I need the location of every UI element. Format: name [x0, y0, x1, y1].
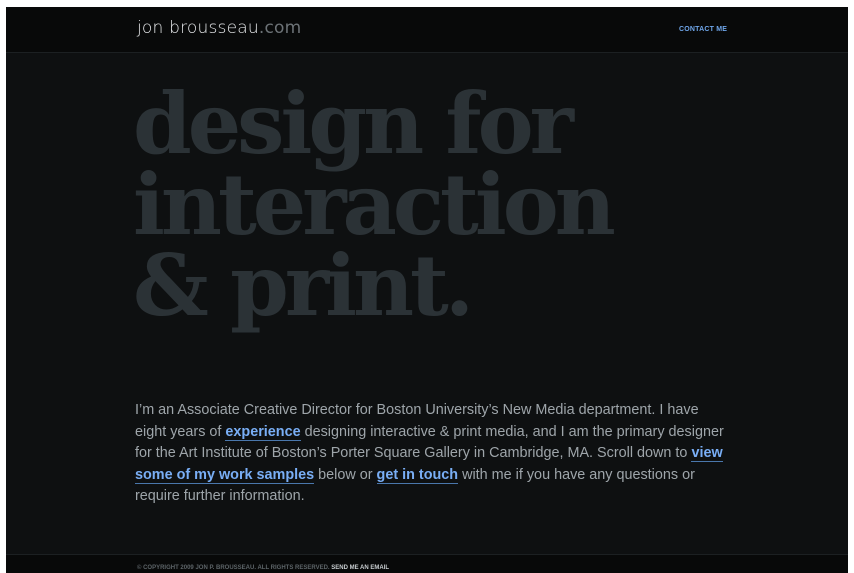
contact-me-link[interactable]: CONTACT ME: [679, 26, 727, 33]
page: jon brousseau.com CONTACT ME design for …: [6, 7, 848, 573]
copyright-line: © COPYRIGHT 2009 JON P. BROUSSEAU. ALL R…: [137, 565, 389, 571]
intro-paragraph: I’m an Associate Creative Director for B…: [135, 400, 725, 508]
headline-line-1: design for: [133, 74, 574, 173]
headline-line-3: & print.: [133, 236, 474, 335]
headline-line-2: interaction: [133, 155, 616, 254]
logo-tld: .com: [258, 18, 302, 38]
send-email-link[interactable]: SEND ME AN EMAIL: [331, 565, 389, 571]
hero-headline: design for interaction & print.: [133, 74, 616, 335]
site-footer: © COPYRIGHT 2009 JON P. BROUSSEAU. ALL R…: [6, 554, 848, 573]
intro-text-3: below or: [314, 466, 377, 483]
logo-name: jon brousseau: [137, 18, 259, 38]
get-in-touch-link[interactable]: get in touch: [376, 466, 459, 484]
site-logo[interactable]: jon brousseau.com: [137, 18, 301, 38]
copyright-text: © COPYRIGHT 2009 JON P. BROUSSEAU. ALL R…: [137, 565, 332, 571]
experience-link[interactable]: experience: [225, 423, 301, 441]
site-header: jon brousseau.com CONTACT ME: [6, 7, 848, 53]
